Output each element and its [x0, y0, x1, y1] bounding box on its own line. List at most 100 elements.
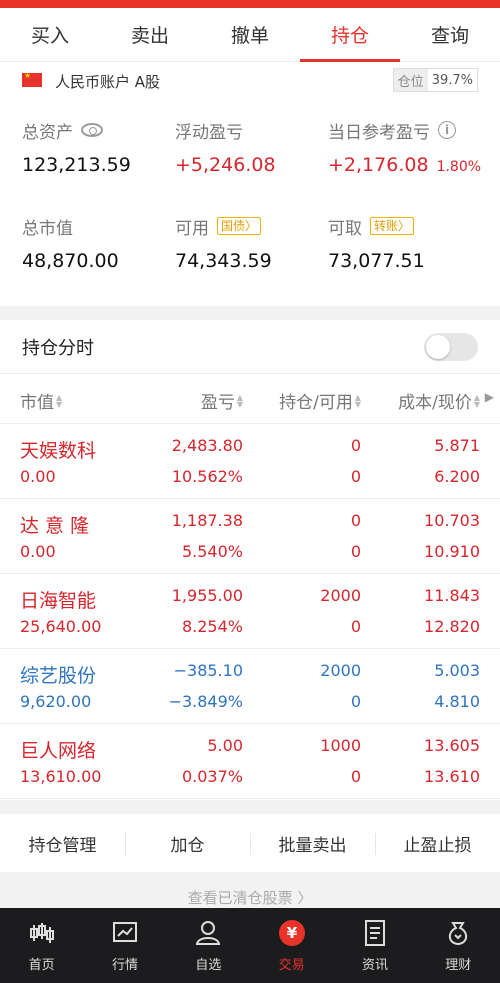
tab-buy[interactable]: 买入: [0, 8, 100, 61]
nav-watchlist-label: 自选: [195, 958, 222, 973]
stock-name: 日海智能: [20, 590, 97, 612]
col-qty[interactable]: 持仓/可用 ▲ ▼: [279, 388, 361, 413]
treasury-bond-tag-label: 国债: [221, 219, 246, 233]
stock-pl-pct: 10.562%: [171, 467, 243, 486]
holdings-section: 持仓分时 市值 ▲ ▼ 盈亏 ▲ ▼ 持仓/可用 ▲ ▼ 成本/现价 ▲ ▼ ▶ 天娱数科 0.0…: [0, 320, 500, 800]
stop-profit-loss-button[interactable]: 止盈止损: [375, 831, 500, 856]
stock-qty: 0: [350, 511, 361, 530]
nav-finance[interactable]: 理财: [417, 908, 500, 983]
holding-row[interactable]: 日海智能 25,640.00 1,955.00 8.254% 2000 0 11.843 12…: [0, 574, 500, 649]
col-cost-label: 成本/现价: [398, 393, 472, 413]
moneybag-icon: [443, 918, 473, 948]
stock-qty: 2000: [320, 586, 361, 605]
floating-pl: 浮动盈亏 +5,246.08: [175, 118, 276, 177]
transfer-tag-label: 转账: [374, 219, 399, 233]
add-position-button[interactable]: 加仓: [125, 831, 250, 856]
position-ratio-value: 39.7%: [431, 72, 473, 88]
stock-available: 0: [350, 617, 361, 636]
nav-trade[interactable]: ¥ 交易: [250, 908, 333, 983]
nav-news[interactable]: 资讯: [333, 908, 416, 983]
section-title: 持仓分时: [22, 337, 94, 359]
stock-pl-pct: 8.254%: [181, 617, 243, 636]
stock-pl: −385.10: [173, 661, 243, 680]
stock-available: 0: [350, 542, 361, 561]
stock-available: 0: [350, 692, 361, 711]
manage-holdings-button[interactable]: 持仓管理: [0, 831, 125, 856]
stock-market-value: 0.00: [20, 542, 56, 561]
stock-price: 12.820: [424, 617, 480, 636]
treasury-bond-tag[interactable]: 国债〉: [217, 217, 262, 235]
stock-name: 巨人网络: [20, 740, 97, 762]
tab-holdings[interactable]: 持仓: [300, 8, 400, 62]
nav-finance-label: 理财: [445, 958, 472, 973]
account-label: 人民币账户 A股: [55, 73, 161, 91]
stock-pl-pct: 5.540%: [181, 542, 243, 561]
available-value: 74,343.59: [175, 250, 272, 272]
total-assets-value: 123,213.59: [22, 154, 131, 176]
stock-pl: 1,187.38: [171, 511, 243, 530]
nav-home-label: 首页: [28, 958, 55, 973]
account-bar[interactable]: 人民币账户 A股 仓位 39.7%: [0, 62, 500, 98]
holding-row[interactable]: 天娱数科 0.00 2,483.80 10.562% 0 0 5.871 6.200: [0, 424, 500, 499]
col-market-value-label: 市值: [20, 393, 54, 413]
tab-query[interactable]: 查询: [400, 8, 500, 61]
stock-qty: 1000: [320, 736, 361, 755]
stock-cost: 13.605: [424, 736, 480, 755]
total-assets-label: 总资产: [22, 122, 73, 143]
stock-name: 天娱数科: [20, 440, 97, 462]
info-icon[interactable]: i: [438, 121, 456, 139]
intraday-toggle[interactable]: [424, 332, 478, 361]
stock-market-value: 13,610.00: [20, 767, 102, 786]
document-icon: [360, 918, 390, 948]
batch-sell-button[interactable]: 批量卖出: [250, 831, 375, 856]
stock-market-value: 25,640.00: [20, 617, 102, 636]
nav-home[interactable]: 首页: [0, 908, 83, 983]
withdrawable-value: 73,077.51: [328, 250, 425, 272]
nav-market[interactable]: 行情: [83, 908, 166, 983]
stock-pl: 1,955.00: [171, 586, 243, 605]
stock-qty: 2000: [320, 661, 361, 680]
stock-pl-pct: −3.849%: [168, 692, 243, 711]
scroll-right-icon[interactable]: ▶: [485, 390, 494, 404]
trade-tabs: 买入 卖出 撤单 持仓 查询: [0, 8, 500, 62]
stock-cost: 10.703: [424, 511, 480, 530]
eye-icon[interactable]: [81, 123, 103, 137]
stock-price: 4.810: [434, 692, 480, 711]
nav-news-label: 资讯: [361, 958, 388, 973]
stock-market-value: 0.00: [20, 467, 56, 486]
yuan-icon: ¥: [277, 918, 307, 948]
col-market-value[interactable]: 市值 ▲ ▼: [20, 388, 62, 413]
holding-row[interactable]: 综艺股份 9,620.00 −385.10 −3.849% 2000 0 5.003 4.81…: [0, 649, 500, 724]
tab-sell[interactable]: 卖出: [100, 8, 200, 61]
chart-icon: [110, 918, 140, 948]
withdrawable-funds: 可取 转账〉 73,077.51: [328, 214, 425, 272]
floating-pl-label: 浮动盈亏: [175, 122, 243, 143]
col-cost[interactable]: 成本/现价 ▲ ▼: [398, 388, 480, 413]
market-value-label: 总市值: [22, 218, 73, 239]
today-pl-label: 当日参考盈亏: [328, 122, 430, 143]
stock-name: 达 意 隆: [20, 515, 90, 537]
col-pl[interactable]: 盈亏 ▲ ▼: [201, 388, 243, 413]
status-bar-accent: [0, 0, 500, 8]
china-flag-icon: [22, 71, 42, 87]
holdings-column-header: 市值 ▲ ▼ 盈亏 ▲ ▼ 持仓/可用 ▲ ▼ 成本/现价 ▲ ▼ ▶: [0, 374, 500, 424]
sort-icon: ▲ ▼: [236, 392, 243, 409]
holding-row[interactable]: 巨人网络 13,610.00 5.00 0.037% 1000 0 13.605 13.610: [0, 724, 500, 799]
holdings-actions: 持仓管理 加仓 批量卖出 止盈止损: [0, 814, 500, 872]
stock-pl-pct: 0.037%: [181, 767, 243, 786]
cleared-stocks-link[interactable]: 查看已清仓股票 〉: [0, 872, 500, 908]
nav-watchlist[interactable]: 自选: [167, 908, 250, 983]
sort-icon: ▲ ▼: [354, 392, 361, 409]
stock-market-value: 9,620.00: [20, 692, 92, 711]
holdings-list: 天娱数科 0.00 2,483.80 10.562% 0 0 5.871 6.200 达 意 隆…: [0, 424, 500, 799]
stock-price: 6.200: [434, 467, 480, 486]
tab-cancel[interactable]: 撤单: [200, 8, 300, 61]
stock-cost: 5.871: [434, 436, 480, 455]
market-value: 总市值 48,870.00: [22, 214, 119, 273]
holding-row[interactable]: 达 意 隆 0.00 1,187.38 5.540% 0 0 10.703 10.910: [0, 499, 500, 574]
stock-available: 0: [350, 467, 361, 486]
withdrawable-label: 可取: [328, 218, 362, 239]
svg-text:¥: ¥: [286, 924, 297, 942]
transfer-tag[interactable]: 转账〉: [370, 217, 415, 235]
stock-pl: 2,483.80: [171, 436, 243, 455]
